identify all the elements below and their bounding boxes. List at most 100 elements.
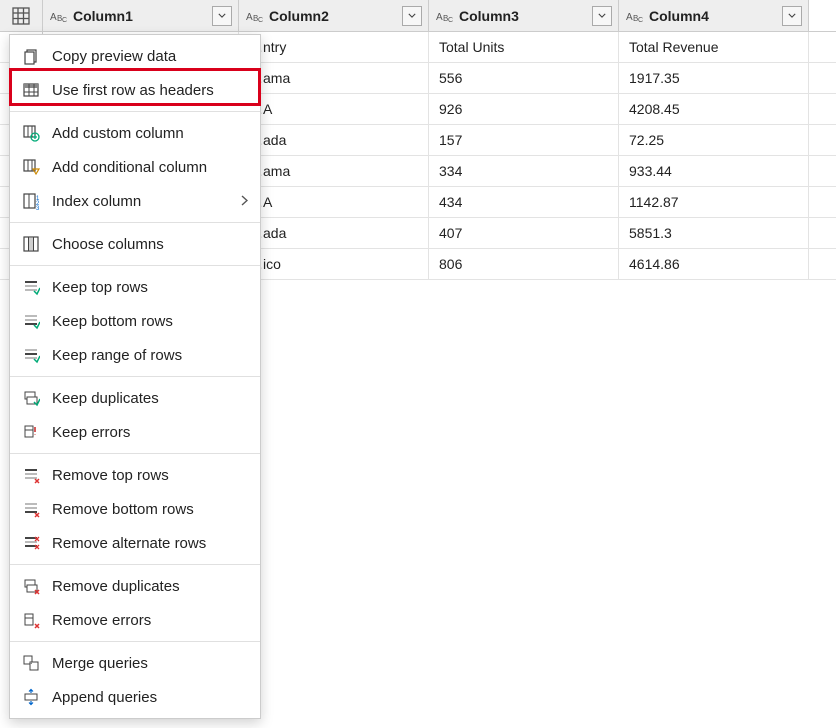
cell[interactable]: 933.44 xyxy=(619,156,809,186)
cell[interactable]: 806 xyxy=(429,249,619,279)
cell[interactable]: …ada xyxy=(239,218,429,248)
cell[interactable]: 334 xyxy=(429,156,619,186)
type-text-icon: ABC xyxy=(245,8,265,24)
menu-keep-bottom-rows[interactable]: Keep bottom rows xyxy=(10,304,260,338)
remove-top-rows-icon xyxy=(20,464,42,486)
cell[interactable]: 157 xyxy=(429,125,619,155)
cell[interactable]: 4208.45 xyxy=(619,94,809,124)
remove-alternate-rows-icon xyxy=(20,532,42,554)
cell[interactable]: 926 xyxy=(429,94,619,124)
cell[interactable]: 1142.87 xyxy=(619,187,809,217)
keep-bottom-rows-icon xyxy=(20,310,42,332)
column-name: Column1 xyxy=(73,8,212,24)
keep-top-rows-icon xyxy=(20,276,42,298)
keep-errors-icon xyxy=(20,421,42,443)
cell[interactable]: …ama xyxy=(239,63,429,93)
append-queries-icon xyxy=(20,686,42,708)
menu-remove-bottom-rows[interactable]: Remove bottom rows xyxy=(10,492,260,526)
cell[interactable]: 5851.3 xyxy=(619,218,809,248)
svg-text:A: A xyxy=(626,12,633,23)
column-filter-button[interactable] xyxy=(592,6,612,26)
cell[interactable]: Total Revenue xyxy=(619,32,809,62)
keep-duplicates-icon xyxy=(20,387,42,409)
remove-errors-icon xyxy=(20,609,42,631)
menu-label: Remove top rows xyxy=(52,467,248,484)
cell[interactable]: …ico xyxy=(239,249,429,279)
keep-range-rows-icon xyxy=(20,344,42,366)
svg-text:C: C xyxy=(638,17,643,24)
column-header-4[interactable]: ABC Column4 xyxy=(619,0,809,31)
menu-keep-range-of-rows[interactable]: Keep range of rows xyxy=(10,338,260,372)
table-context-menu: Copy preview data Use first row as heade… xyxy=(9,34,261,719)
cell[interactable]: 1917.35 xyxy=(619,63,809,93)
column-header-2[interactable]: ABC Column2 xyxy=(239,0,429,31)
cell[interactable]: 407 xyxy=(429,218,619,248)
cell[interactable]: …A xyxy=(239,187,429,217)
menu-use-first-row-as-headers[interactable]: Use first row as headers xyxy=(10,73,260,107)
table-header-row: ABC Column1 ABC Column2 ABC Column3 ABC … xyxy=(0,0,836,32)
menu-separator xyxy=(10,376,260,377)
menu-index-column[interactable]: 123 Index column xyxy=(10,184,260,218)
menu-choose-columns[interactable]: Choose columns xyxy=(10,227,260,261)
menu-separator xyxy=(10,222,260,223)
conditional-column-icon xyxy=(20,156,42,178)
menu-label: Index column xyxy=(52,193,241,210)
menu-label: Choose columns xyxy=(52,236,248,253)
menu-label: Remove duplicates xyxy=(52,578,248,595)
menu-keep-errors[interactable]: Keep errors xyxy=(10,415,260,449)
menu-label: Remove errors xyxy=(52,612,248,629)
cell[interactable]: 434 xyxy=(429,187,619,217)
chevron-down-icon xyxy=(408,13,416,18)
cell[interactable]: 4614.86 xyxy=(619,249,809,279)
svg-text:A: A xyxy=(436,12,443,23)
menu-remove-errors[interactable]: Remove errors xyxy=(10,603,260,637)
cell[interactable]: …A xyxy=(239,94,429,124)
menu-remove-top-rows[interactable]: Remove top rows xyxy=(10,458,260,492)
menu-label: Remove alternate rows xyxy=(52,535,248,552)
column-filter-button[interactable] xyxy=(212,6,232,26)
chevron-down-icon xyxy=(218,13,226,18)
column-filter-button[interactable] xyxy=(402,6,422,26)
column-header-1[interactable]: ABC Column1 xyxy=(43,0,239,31)
choose-columns-icon xyxy=(20,233,42,255)
svg-text:A: A xyxy=(246,12,253,23)
menu-append-queries[interactable]: Append queries xyxy=(10,680,260,714)
menu-add-conditional-column[interactable]: Add conditional column xyxy=(10,150,260,184)
table-icon xyxy=(12,7,30,25)
menu-separator xyxy=(10,641,260,642)
svg-text:3: 3 xyxy=(36,206,40,210)
cell[interactable]: Total Units xyxy=(429,32,619,62)
column-name: Column4 xyxy=(649,8,782,24)
menu-keep-top-rows[interactable]: Keep top rows xyxy=(10,270,260,304)
svg-text:C: C xyxy=(448,17,453,24)
menu-label: Keep bottom rows xyxy=(52,313,248,330)
chevron-down-icon xyxy=(598,13,606,18)
cell[interactable]: 556 xyxy=(429,63,619,93)
menu-label: Merge queries xyxy=(52,655,248,672)
menu-add-custom-column[interactable]: Add custom column xyxy=(10,116,260,150)
chevron-down-icon xyxy=(788,13,796,18)
menu-label: Keep errors xyxy=(52,424,248,441)
menu-keep-duplicates[interactable]: Keep duplicates xyxy=(10,381,260,415)
cell[interactable]: …ama xyxy=(239,156,429,186)
menu-label: Copy preview data xyxy=(52,48,248,65)
column-name: Column3 xyxy=(459,8,592,24)
remove-bottom-rows-icon xyxy=(20,498,42,520)
menu-merge-queries[interactable]: Merge queries xyxy=(10,646,260,680)
cell[interactable]: 72.25 xyxy=(619,125,809,155)
index-column-icon: 123 xyxy=(20,190,42,212)
cell[interactable]: …ntry xyxy=(239,32,429,62)
menu-copy-preview-data[interactable]: Copy preview data xyxy=(10,39,260,73)
svg-text:C: C xyxy=(62,17,67,24)
menu-remove-alternate-rows[interactable]: Remove alternate rows xyxy=(10,526,260,560)
column-filter-button[interactable] xyxy=(782,6,802,26)
menu-remove-duplicates[interactable]: Remove duplicates xyxy=(10,569,260,603)
table-select-all[interactable] xyxy=(0,0,43,31)
svg-text:C: C xyxy=(258,17,263,24)
column-name: Column2 xyxy=(269,8,402,24)
cell[interactable]: …ada xyxy=(239,125,429,155)
menu-label: Use first row as headers xyxy=(52,82,248,99)
column-header-3[interactable]: ABC Column3 xyxy=(429,0,619,31)
copy-icon xyxy=(20,45,42,67)
type-text-icon: ABC xyxy=(435,8,455,24)
